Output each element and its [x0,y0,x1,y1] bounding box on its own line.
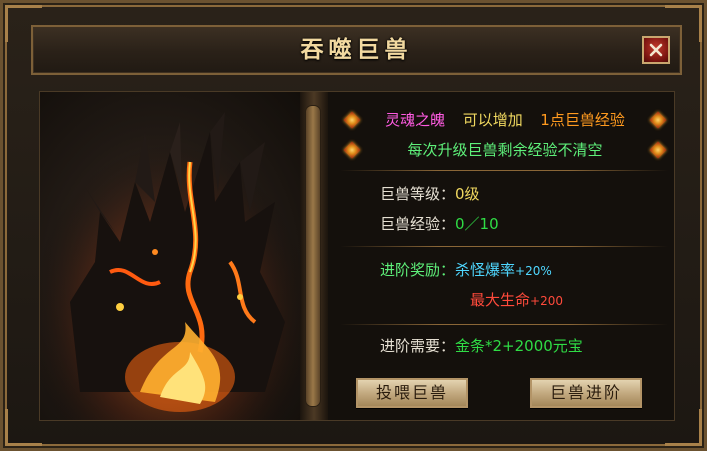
close-icon [649,43,663,57]
requirement-label: 进阶需要： [380,337,456,355]
reward-bonus: +200 [530,294,563,308]
frame-corner [5,409,42,446]
lava-beast-image [40,92,302,420]
item-name: 灵魂之魄 [385,111,446,129]
beast-level-label: 巨兽等级： [380,185,456,203]
beast-exp-value: 0／10 [455,215,499,233]
notice-text: 可以增加 [462,111,523,129]
requirement-row: 进阶需要：金条*2+2000元宝 [380,332,707,360]
advance-beast-button[interactable]: 巨兽进阶 [530,378,642,408]
reward-row-1: 进阶奖励：杀怪爆率+20% [380,256,707,284]
separator [340,246,668,247]
beast-exp-row: 巨兽经验：0／10 [380,210,707,238]
close-button[interactable] [642,36,670,64]
divider-rail [300,92,328,420]
content-panel: 灵魂之魄 可以增加 1点巨兽经验 每次升级巨兽剩余经验不清空 巨兽等级：0级 巨… [39,91,675,421]
separator [340,170,668,171]
diamond-bullet-icon [649,111,667,129]
notice-line-1: 灵魂之魄 可以增加 1点巨兽经验 [336,106,674,134]
title-bar: 吞噬巨兽 [31,25,682,75]
separator [340,324,668,325]
reward-bonus: +20% [515,264,552,278]
reward-label: 进阶奖励： [380,261,456,279]
notice-text: 每次升级巨兽剩余经验不清空 [407,141,603,159]
reward-name: 杀怪爆率 [455,261,516,279]
reward-name: 最大生命 [470,291,531,309]
dialog-frame: 吞噬巨兽 灵魂之魄 可以增加 1点巨兽经验 每次升级巨兽剩余经验不清空 巨兽等级… [0,0,707,451]
feed-beast-button[interactable]: 投喂巨兽 [356,378,468,408]
beast-level-row: 巨兽等级：0级 [380,180,707,208]
reward-row-2: 最大生命+200 [470,286,707,314]
rail-bar [306,106,320,406]
diamond-bullet-icon [649,141,667,159]
window-title: 吞噬巨兽 [300,36,413,63]
diamond-bullet-icon [343,111,361,129]
requirement-value: 金条*2+2000元宝 [455,337,583,355]
info-panel: 灵魂之魄 可以增加 1点巨兽经验 每次升级巨兽剩余经验不清空 巨兽等级：0级 巨… [336,92,674,420]
beast-exp-label: 巨兽经验： [380,215,456,233]
exp-gain-text: 1点巨兽经验 [540,111,625,129]
beast-level-value: 0级 [455,185,480,203]
notice-line-2: 每次升级巨兽剩余经验不清空 [336,136,674,164]
beast-portrait [40,92,302,420]
diamond-bullet-icon [343,141,361,159]
